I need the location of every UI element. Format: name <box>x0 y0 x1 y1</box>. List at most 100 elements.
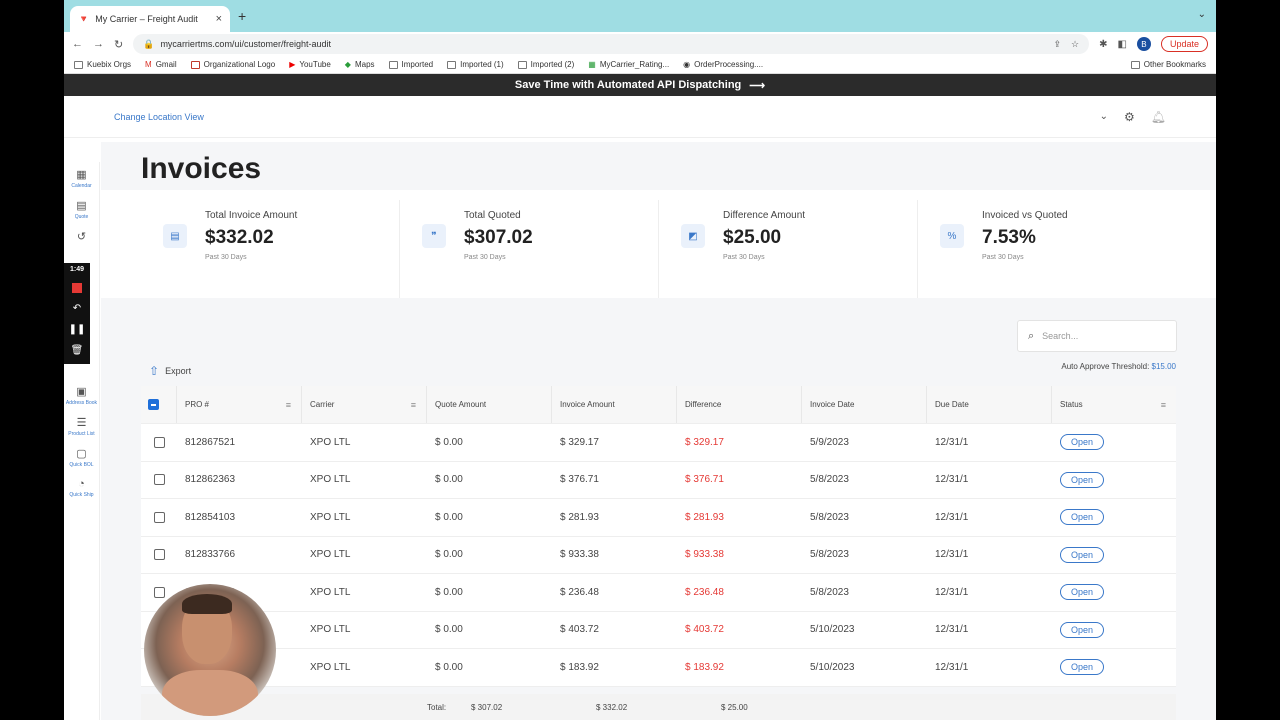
status-badge[interactable]: Open <box>1060 471 1105 488</box>
invoice-amount: $ 933.38 <box>560 549 599 561</box>
row-checkbox[interactable] <box>153 436 165 448</box>
bell-icon[interactable]: 🔔︎ <box>1151 110 1166 124</box>
invoice-amount-cell: $ 376.71 <box>552 474 677 485</box>
row-checkbox[interactable] <box>153 586 165 598</box>
search-icon: ⌕ <box>1028 329 1035 342</box>
pro-number-cell: 812862363 <box>177 474 302 485</box>
row-checkbox[interactable] <box>153 474 165 486</box>
new-tab-icon[interactable]: + <box>238 8 246 24</box>
column-pro[interactable]: PRO # ≡ <box>177 386 302 423</box>
stop-recording-icon[interactable] <box>72 283 82 293</box>
column-invoice-date[interactable]: Invoice Date <box>802 386 927 423</box>
tab-search-icon[interactable]: ⌄ <box>1198 9 1206 20</box>
export-button[interactable]: ⇧ Export <box>149 364 191 378</box>
bookmark-item[interactable]: Organizational Logo <box>190 60 275 69</box>
checkbox-cell[interactable] <box>141 511 177 523</box>
history-icon: ↺ <box>76 231 87 243</box>
column-due-date[interactable]: Due Date <box>927 386 1052 423</box>
bookmark-star-icon[interactable]: ☆ <box>1071 39 1079 50</box>
invoice-amount-cell: $ 329.17 <box>552 437 677 448</box>
carrier-name-cell: XPO LTL <box>302 662 427 673</box>
sidepanel-icon[interactable]: ◧ <box>1118 39 1127 50</box>
bookmark-item[interactable]: M Gmail <box>145 60 177 69</box>
bookmark-item[interactable]: Kuebix Orgs <box>74 60 131 69</box>
bookmark-icon <box>190 60 200 69</box>
rail-item-calendar[interactable]: ▦ Calendar <box>64 168 99 189</box>
bookmark-item[interactable]: ◉ OrderProcessing.... <box>683 60 763 69</box>
address-bar[interactable]: 🔒 mycarriertms.com/ui/customer/freight-a… <box>133 34 1090 54</box>
column-carrier[interactable]: Carrier ≡ <box>302 386 427 423</box>
change-location-link[interactable]: Change Location View <box>114 112 204 122</box>
status-badge[interactable]: Open <box>1060 509 1105 526</box>
chevron-down-icon[interactable]: ⌄ <box>1100 111 1108 122</box>
globe-icon: ◉ <box>683 60 691 69</box>
status-badge[interactable]: Open <box>1060 621 1105 638</box>
bookmark-item[interactable]: ▶ YouTube <box>289 60 331 69</box>
carrier-name-cell: XPO LTL <box>302 512 427 523</box>
invoice-date-cell: 5/8/2023 <box>802 512 927 523</box>
rail-item-address-book[interactable]: ▣ Address Book <box>64 385 99 406</box>
pause-icon[interactable]: ❚❚ <box>69 324 86 335</box>
recording-timer: 1:49 <box>69 266 84 273</box>
bookmark-item[interactable]: Imported (1) <box>447 60 504 69</box>
invoice-date-cell: 5/8/2023 <box>802 587 927 598</box>
table-row[interactable]: 24375XPO LTL$ 0.00$ 403.72$ 403.725/10/2… <box>141 612 1176 649</box>
column-status[interactable]: Status ≡ <box>1052 386 1176 423</box>
column-difference[interactable]: Difference <box>677 386 802 423</box>
bookmark-item[interactable]: Imported <box>388 60 433 69</box>
checkbox-cell[interactable] <box>141 474 177 486</box>
table-row[interactable]: 812865896XPO LTL$ 0.00$ 236.48$ 236.485/… <box>141 574 1176 612</box>
bookmark-item[interactable]: ▦ MyCarrier_Rating... <box>588 60 669 69</box>
trash-icon[interactable]: 🗑︎ <box>71 345 84 356</box>
select-all-checkbox[interactable] <box>141 386 177 423</box>
rail-item-quick-ship[interactable]: ◔ Quick Ship <box>64 478 99 498</box>
table-row[interactable]: 08404XPO LTL$ 0.00$ 183.92$ 183.925/10/2… <box>141 649 1176 687</box>
checkbox-cell[interactable] <box>141 436 177 448</box>
stat-card: ❞ Total Quoted $307.02 Past 30 Days <box>400 200 659 298</box>
gear-icon[interactable]: ⚙ <box>1124 110 1135 124</box>
search-input[interactable]: ⌕ Search... <box>1017 320 1177 352</box>
promo-banner[interactable]: Save Time with Automated API Dispatching… <box>64 74 1216 96</box>
row-checkbox[interactable] <box>153 549 165 561</box>
difference-amount-cell: $ 329.17 <box>677 437 802 448</box>
difference-amount: $ 281.93 <box>685 511 724 523</box>
status-badge[interactable]: Open <box>1060 584 1105 601</box>
browser-tab[interactable]: 🔻 My Carrier – Freight Audit × <box>70 6 230 32</box>
undo-icon[interactable]: ↶ <box>73 303 81 314</box>
status-badge[interactable]: Open <box>1060 434 1105 451</box>
share-icon[interactable]: ⇪ <box>1054 39 1062 50</box>
column-invoice-amount[interactable]: Invoice Amount <box>552 386 677 423</box>
auto-approve-threshold[interactable]: Auto Approve Threshold: $15.00 <box>1061 362 1176 371</box>
bookmark-item[interactable]: Imported (2) <box>517 60 574 69</box>
rail-item-quick-bol[interactable]: ▢ Quick BOL <box>64 447 99 468</box>
status-badge[interactable]: Open <box>1060 659 1105 676</box>
total-invoice: $ 332.02 <box>596 702 628 712</box>
rail-item-quote[interactable]: ▤ Quote <box>64 199 99 220</box>
close-tab-icon[interactable]: × <box>216 13 222 25</box>
table-row[interactable]: 812862363 XPO LTL $ 0.00 $ 376.71 $ 376.71 5/… <box>141 462 1176 499</box>
back-icon[interactable]: ← <box>72 38 83 50</box>
row-checkbox[interactable] <box>153 511 165 523</box>
table-row[interactable]: 812867521 XPO LTL $ 0.00 $ 329.17 $ 329.17 5/… <box>141 424 1176 462</box>
browser-toolbar: ← → ↻ 🔒 mycarriertms.com/ui/customer/fre… <box>64 32 1216 56</box>
due-date: 12/31/1 <box>935 661 969 673</box>
other-bookmarks[interactable]: Other Bookmarks <box>1130 60 1206 69</box>
column-quote-amount[interactable]: Quote Amount <box>427 386 552 423</box>
stat-value: 7.53% <box>982 227 1036 248</box>
rail-item-product-list[interactable]: ☰ Product List <box>64 416 99 437</box>
rail-item-history[interactable]: ↺ <box>64 230 99 245</box>
pro-number-cell: 812854103 <box>177 512 302 523</box>
profile-avatar[interactable]: B <box>1136 37 1151 51</box>
forward-icon[interactable]: → <box>93 38 104 50</box>
stat-sub: Past 30 Days <box>205 254 247 261</box>
bookmark-item[interactable]: ◆ Maps <box>345 60 375 69</box>
table-row[interactable]: 812833766 XPO LTL $ 0.00 $ 933.38 $ 933.38 5/… <box>141 537 1176 574</box>
pro-number: 812833766 <box>185 549 236 561</box>
invoice-amount-cell: $ 403.72 <box>552 624 677 635</box>
update-button[interactable]: Update <box>1160 36 1208 52</box>
reload-icon[interactable]: ↻ <box>114 38 123 51</box>
table-row[interactable]: 812854103 XPO LTL $ 0.00 $ 281.93 $ 281.93 5/… <box>141 499 1176 537</box>
status-badge[interactable]: Open <box>1060 546 1105 563</box>
extensions-icon[interactable]: ✱ <box>1099 39 1107 50</box>
checkbox-cell[interactable] <box>141 549 177 561</box>
